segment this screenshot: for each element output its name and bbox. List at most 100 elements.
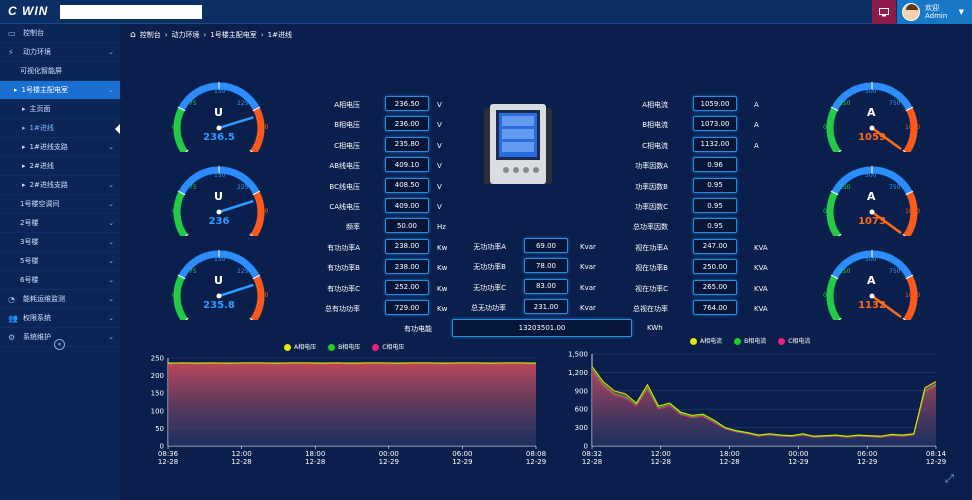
caret-right-icon: ▸ [22,162,26,170]
x-tick-date: 12-28 [719,458,739,466]
sidebar-item-permissions[interactable]: 👥 权限系统 ⌄ [0,309,120,328]
x-tick-time: 00:00 [788,450,808,458]
sidebar-item-building1-room[interactable]: ▸ 1号楼主配电室 ⌄ [0,81,120,100]
param-label: BC线电压 [329,182,360,191]
param-value: 1132.00 [693,136,737,152]
x-tick-date: 12-29 [379,458,399,466]
chevron-down-icon: ⌄ [108,181,114,189]
param-label: 视在功率C [635,284,668,293]
voltage-gauge: 0 75 150 225 300 U 236 [164,164,274,236]
energy-label: 有功电能 [404,325,432,333]
param-value: 83.00 [524,278,568,294]
legend-item-a[interactable]: A相电流 [690,336,722,345]
gauge-unit-letter: A [867,274,876,287]
area-fill [168,362,536,446]
x-tick-time: 18:00 [305,450,325,458]
param-value: 69.00 [524,238,568,253]
gauge-tick-label: 500 [865,172,877,179]
param-label: 有功功率A [327,243,360,252]
current-gauge: 0 250 500 750 1000 A 1073 [817,164,927,236]
param-unit: Kvar [580,304,596,313]
y-tick-label: 50 [155,425,164,433]
home-icon[interactable]: ⌂ [130,30,136,40]
sidebar-item-main-page[interactable]: ▸ 主页面 [0,100,120,119]
gauge-tick-label: 250 [839,184,851,191]
sidebar-item-building3[interactable]: 3号楼 ⌄ [0,233,120,252]
users-icon: 👥 [8,313,18,323]
x-tick-time: 12:00 [232,450,252,458]
sidebar-item-incoming-1[interactable]: ▸ 1#进线 [0,119,120,138]
gauge-tick-label: 0 [172,124,176,131]
sidebar-item-incoming-2-branch[interactable]: ▸ 2#进线支路 ⌄ [0,176,120,195]
y-tick-label: 300 [575,424,588,432]
gauge-value: 236 [208,216,230,227]
param-unit: Kvar [580,243,596,251]
sidebar-item-building6[interactable]: 6号楼 ⌄ [0,271,120,290]
param-value: 409.00 [385,198,429,213]
x-tick-time: 08:14 [926,450,947,458]
breadcrumb-item[interactable]: 控制台 [140,30,161,40]
sidebar-item-building5[interactable]: 5号楼 ⌄ [0,252,120,271]
chevron-down-icon: ⌄ [108,48,114,56]
sidebar-collapse-button[interactable]: « [54,339,65,350]
param-value: 236.50 [385,96,429,111]
sidebar-item-power-env[interactable]: ⚡ 动力环境 ⌄ [0,43,120,62]
voltage-gauge: 0 75 150 225 300 U 235.8 [164,248,274,320]
chevron-down-icon: ⌄ [108,143,114,151]
param-unit: V [437,141,442,150]
param-value: 231.00 [524,299,568,315]
sidebar-item-smart-screen[interactable]: 可视化智能屏 [0,62,120,81]
current-chart-legend: A相电流 B相电流 C相电流 [690,336,810,345]
param-unit: Kvar [580,263,596,272]
gauge-tick-label: 300 [257,208,269,215]
gauge-tick-label: 0 [823,292,827,299]
double-chevron-left-icon: « [57,341,62,348]
gauge-tick-label: 0 [823,208,827,215]
sidebar-item-building1-ac[interactable]: 1号楼空调间 ⌄ [0,195,120,214]
display-mode-button[interactable] [872,0,896,24]
param-label: C相电流 [642,141,668,150]
chevron-down-icon: ⌄ [108,86,114,94]
param-label: 功率因数B [635,182,668,191]
chevron-down-icon: ⌄ [108,295,114,303]
sidebar-item-building2[interactable]: 2号楼 ⌄ [0,214,120,233]
param-value: 238.00 [385,259,429,275]
breadcrumb-item[interactable]: 1号楼主配电室 [210,30,256,40]
param-unit: A [754,101,759,109]
chevron-down-icon: ⌄ [108,257,114,265]
chevron-down-icon: ⌄ [108,276,114,284]
gauge-value: 236.5 [203,132,235,143]
param-label: 无功功率B [473,263,506,272]
sidebar-item-incoming-2[interactable]: ▸ 2#进线 [0,157,120,176]
user-menu[interactable]: 欢迎 Admin ▼ [897,0,972,24]
param-value: 265.00 [693,279,737,295]
caret-right-icon: ▸ [22,124,26,132]
sidebar-item-dashboard[interactable]: ▭ 控制台 [0,24,120,43]
caret-right-icon: ▸ [22,143,26,151]
breadcrumb-item[interactable]: 动力环境 [172,30,200,40]
user-greeting: 欢迎 [925,4,939,12]
legend-item-c[interactable]: C相电流 [778,336,810,345]
caret-right-icon: ▸ [14,86,18,94]
chevron-down-icon: ⌄ [108,200,114,208]
x-tick-time: 06:00 [857,450,877,458]
dashboard-icon: ▭ [8,28,16,38]
gauge-tick-label: 75 [189,184,197,191]
gauge-tick-label: 0 [172,292,176,299]
gauge-tick-label: 0 [172,208,176,215]
gauge-unit-letter: A [867,190,876,203]
legend-item-b[interactable]: B相电流 [734,336,766,345]
fullscreen-icon[interactable]: ⤢ [945,472,954,486]
sidebar-item-incoming-1-branch[interactable]: ▸ 1#进线支路 ⌄ [0,138,120,157]
current-chart: 03006009001,2001,50008:3212-2812:0012-28… [568,351,947,467]
sidebar-item-energy-monitor[interactable]: ◔ 能耗运维监测 ⌄ [0,290,120,309]
voltage-gauge: 0 75 150 225 300 U 236.5 [164,80,274,152]
y-tick-label: 1,500 [568,351,588,359]
current-gauge: 0 250 500 750 1000 A 1059 [817,80,927,152]
gauge-tick-label: 75 [189,100,197,107]
gauge-unit-letter: U [214,274,223,287]
caret-down-icon: ▼ [958,8,964,16]
x-tick-time: 12:00 [651,450,671,458]
legend-dot [778,338,786,345]
voltage-chart: 05010015020025008:3612-2812:0012-2818:00… [151,355,547,467]
